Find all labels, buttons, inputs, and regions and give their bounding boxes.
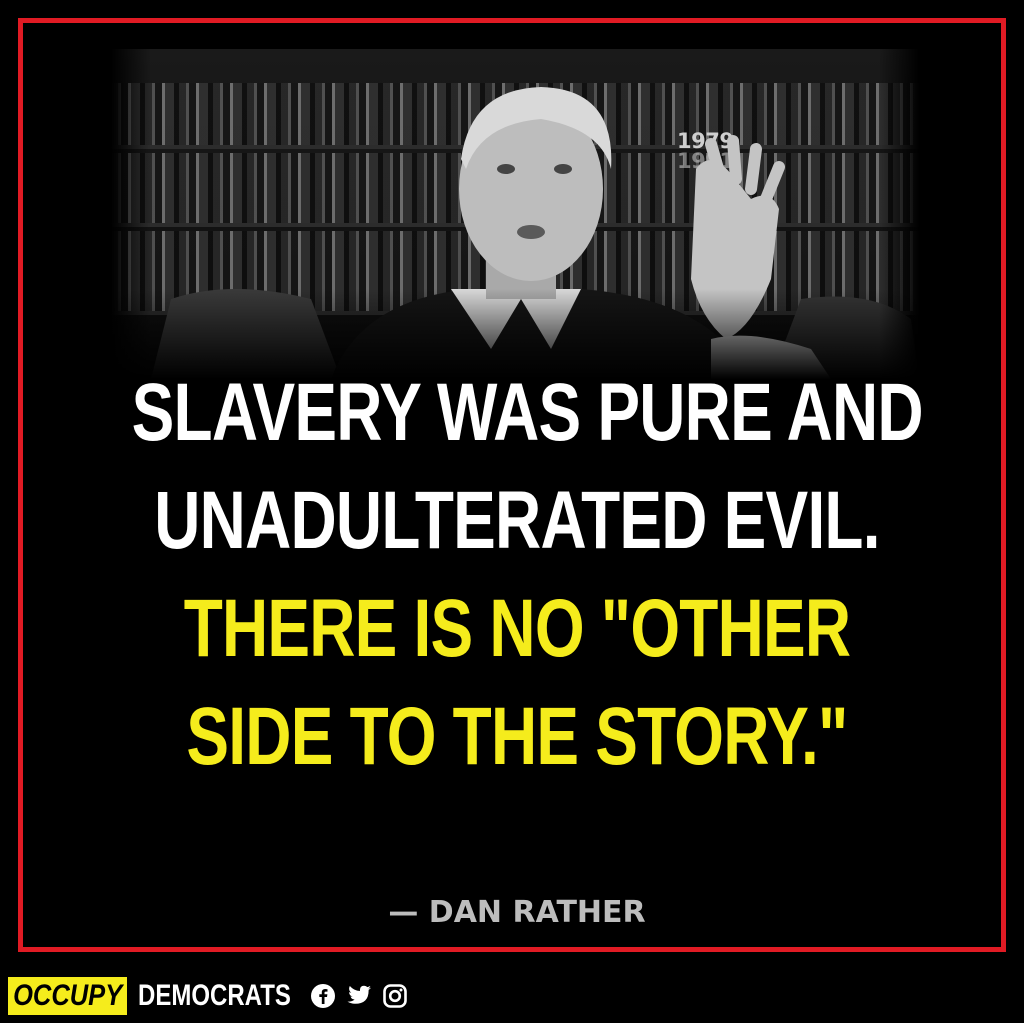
quote-text: SLAVERY WAS PURE AND UNADULTERATED EVIL.… bbox=[23, 359, 1001, 791]
quote-line-1: SLAVERY WAS PURE AND bbox=[131, 367, 924, 458]
poster-frame: 1979 1991 SLAVERY WAS PURE AND UNADULTER… bbox=[18, 18, 1006, 952]
social-icons bbox=[309, 982, 409, 1010]
quote-line-2: UNADULTERATED EVIL. bbox=[154, 475, 880, 566]
instagram-icon[interactable] bbox=[381, 982, 409, 1010]
facebook-icon[interactable] bbox=[309, 982, 337, 1010]
quote-line-4: SIDE TO THE STORY." bbox=[186, 691, 848, 782]
twitter-icon[interactable] bbox=[345, 982, 373, 1010]
quote-attribution: — DAN RATHER bbox=[388, 895, 646, 930]
brand-footer: OCCUPY DEMOCRATS bbox=[8, 976, 409, 1016]
brand-occupy-logo: OCCUPY bbox=[8, 977, 128, 1015]
quote-line-3: THERE IS NO "OTHER bbox=[183, 583, 851, 674]
brand-democrats-text: DEMOCRATS bbox=[138, 979, 292, 1012]
speaker-photo: 1979 1991 bbox=[111, 49, 919, 379]
